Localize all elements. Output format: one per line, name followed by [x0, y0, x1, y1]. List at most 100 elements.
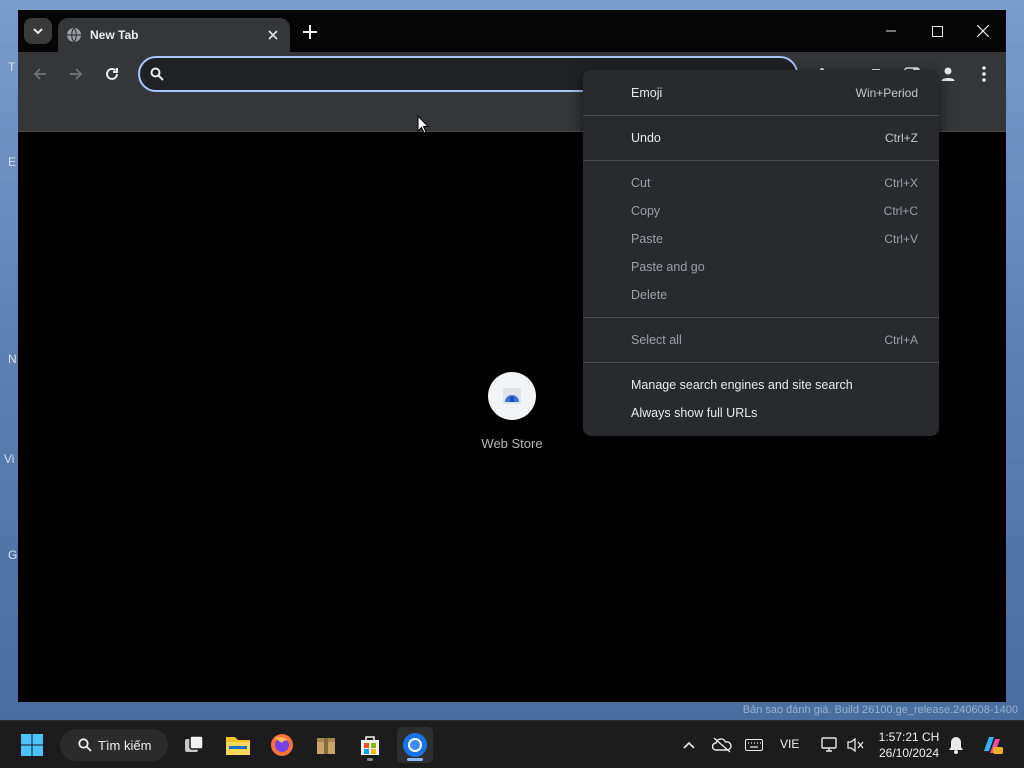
desktop-icon-ghost: T — [8, 60, 16, 74]
network-button[interactable] — [818, 733, 842, 757]
menu-separator — [583, 115, 939, 116]
keyboard-button[interactable] — [742, 733, 766, 757]
close-window-button[interactable] — [960, 16, 1006, 46]
plus-icon — [303, 25, 317, 39]
shortcut-label: Web Store — [481, 436, 543, 451]
microsoft-store-button[interactable] — [352, 727, 388, 763]
close-icon — [977, 25, 989, 37]
show-hidden-icons-button[interactable] — [677, 733, 701, 757]
menu-item-label: Undo — [631, 131, 661, 145]
minimize-button[interactable] — [868, 16, 914, 46]
menu-separator — [583, 317, 939, 318]
back-button[interactable] — [28, 62, 52, 86]
folder-icon — [226, 737, 250, 755]
chromium-button[interactable] — [397, 727, 433, 763]
reload-button[interactable] — [100, 62, 124, 86]
forward-button[interactable] — [64, 62, 88, 86]
volume-button[interactable] — [843, 733, 867, 757]
menu-button[interactable] — [972, 62, 996, 86]
context-menu: Emoji Win+Period Undo Ctrl+Z Cut Ctrl+X … — [583, 70, 939, 436]
close-tab-button[interactable] — [264, 26, 282, 44]
menu-item-label: Copy — [631, 204, 661, 218]
firefox-button[interactable] — [264, 727, 300, 763]
menu-item-shortcut: Win+Period — [855, 86, 918, 100]
menu-item-label: Manage search engines and site search — [631, 378, 853, 392]
menu-item-manage-search-engines[interactable]: Manage search engines and site search — [583, 371, 939, 399]
menu-item-delete[interactable]: Delete — [583, 281, 939, 309]
onedrive-button[interactable] — [710, 733, 734, 757]
profile-button[interactable] — [936, 62, 960, 86]
menu-item-label: Cut — [631, 176, 651, 190]
menu-item-paste-and-go[interactable]: Paste and go — [583, 253, 939, 281]
person-icon — [941, 67, 955, 81]
running-indicator — [407, 758, 423, 761]
taskbar-search[interactable]: Tìm kiếm — [60, 729, 168, 761]
archive-app-button[interactable] — [308, 727, 344, 763]
chromium-icon — [403, 733, 427, 757]
menu-item-always-show-full-urls[interactable]: Always show full URLs — [583, 399, 939, 427]
running-indicator — [367, 758, 373, 761]
tab-search-button[interactable] — [24, 18, 52, 44]
task-view-icon — [185, 735, 204, 752]
menu-separator — [583, 160, 939, 161]
input-language-indicator[interactable]: VIE — [780, 737, 799, 751]
menu-item-label: Paste and go — [631, 260, 705, 274]
shortcut-icon-container — [488, 372, 536, 420]
menu-separator — [583, 362, 939, 363]
menu-item-undo[interactable]: Undo Ctrl+Z — [583, 124, 939, 152]
menu-item-label: Emoji — [631, 86, 663, 100]
menu-item-label: Always show full URLs — [631, 406, 758, 420]
chevron-up-icon — [683, 741, 695, 749]
taskbar-search-label: Tìm kiếm — [98, 737, 152, 753]
store-icon — [361, 736, 379, 755]
task-view-button[interactable] — [176, 727, 212, 763]
mouse-cursor-icon — [417, 115, 429, 134]
menu-item-shortcut: Ctrl+A — [884, 333, 918, 347]
copilot-icon — [984, 737, 1003, 754]
menu-item-shortcut: Ctrl+X — [884, 176, 918, 190]
shortcut-web-store[interactable]: Web Store — [472, 372, 552, 451]
maximize-button[interactable] — [914, 16, 960, 46]
search-icon — [78, 738, 92, 752]
minimize-icon — [886, 30, 896, 32]
notifications-button[interactable] — [944, 733, 968, 757]
menu-item-emoji[interactable]: Emoji Win+Period — [583, 79, 939, 107]
menu-item-shortcut: Ctrl+V — [884, 232, 918, 246]
file-explorer-button[interactable] — [220, 727, 256, 763]
cloud-offline-icon — [712, 737, 732, 753]
network-icon — [821, 737, 837, 752]
maximize-icon — [931, 25, 943, 37]
clock[interactable]: 1:57:21 CH 26/10/2024 — [870, 729, 948, 761]
desktop-icon-ghost: N — [8, 352, 17, 366]
title-bar: New Tab — [18, 10, 1006, 52]
menu-item-cut[interactable]: Cut Ctrl+X — [583, 169, 939, 197]
build-watermark: Bản sao đánh giá. Build 26100.ge_release… — [742, 704, 1018, 716]
package-icon — [317, 738, 335, 754]
tab-title: New Tab — [90, 28, 139, 42]
globe-icon — [66, 27, 82, 43]
menu-item-label: Select all — [631, 333, 682, 347]
menu-item-label: Paste — [631, 232, 663, 246]
close-icon — [268, 30, 278, 40]
chevron-down-icon — [33, 28, 43, 35]
clock-date: 26/10/2024 — [878, 746, 940, 760]
taskbar: Tìm kiếm VIE 1:57:21 CH 26/10/2024 — [0, 720, 1024, 768]
menu-item-paste[interactable]: Paste Ctrl+V — [583, 225, 939, 253]
volume-muted-icon — [847, 737, 864, 753]
desktop-icon-ghost: E — [8, 155, 17, 169]
menu-item-shortcut: Ctrl+Z — [885, 131, 918, 145]
menu-item-label: Delete — [631, 288, 668, 302]
copilot-button[interactable] — [980, 733, 1004, 757]
menu-item-copy[interactable]: Copy Ctrl+C — [583, 197, 939, 225]
windows-logo-icon — [21, 734, 43, 756]
reload-icon — [106, 67, 118, 80]
desktop-icon-ghost: Vi — [4, 452, 15, 466]
clock-time: 1:57:21 CH — [878, 730, 940, 744]
more-vertical-icon — [982, 66, 986, 82]
start-button[interactable] — [14, 727, 50, 763]
tab-new-tab[interactable]: New Tab — [58, 18, 290, 52]
search-icon — [150, 67, 164, 81]
menu-item-select-all[interactable]: Select all Ctrl+A — [583, 326, 939, 354]
bell-icon — [949, 737, 963, 754]
new-tab-button[interactable] — [298, 20, 322, 44]
